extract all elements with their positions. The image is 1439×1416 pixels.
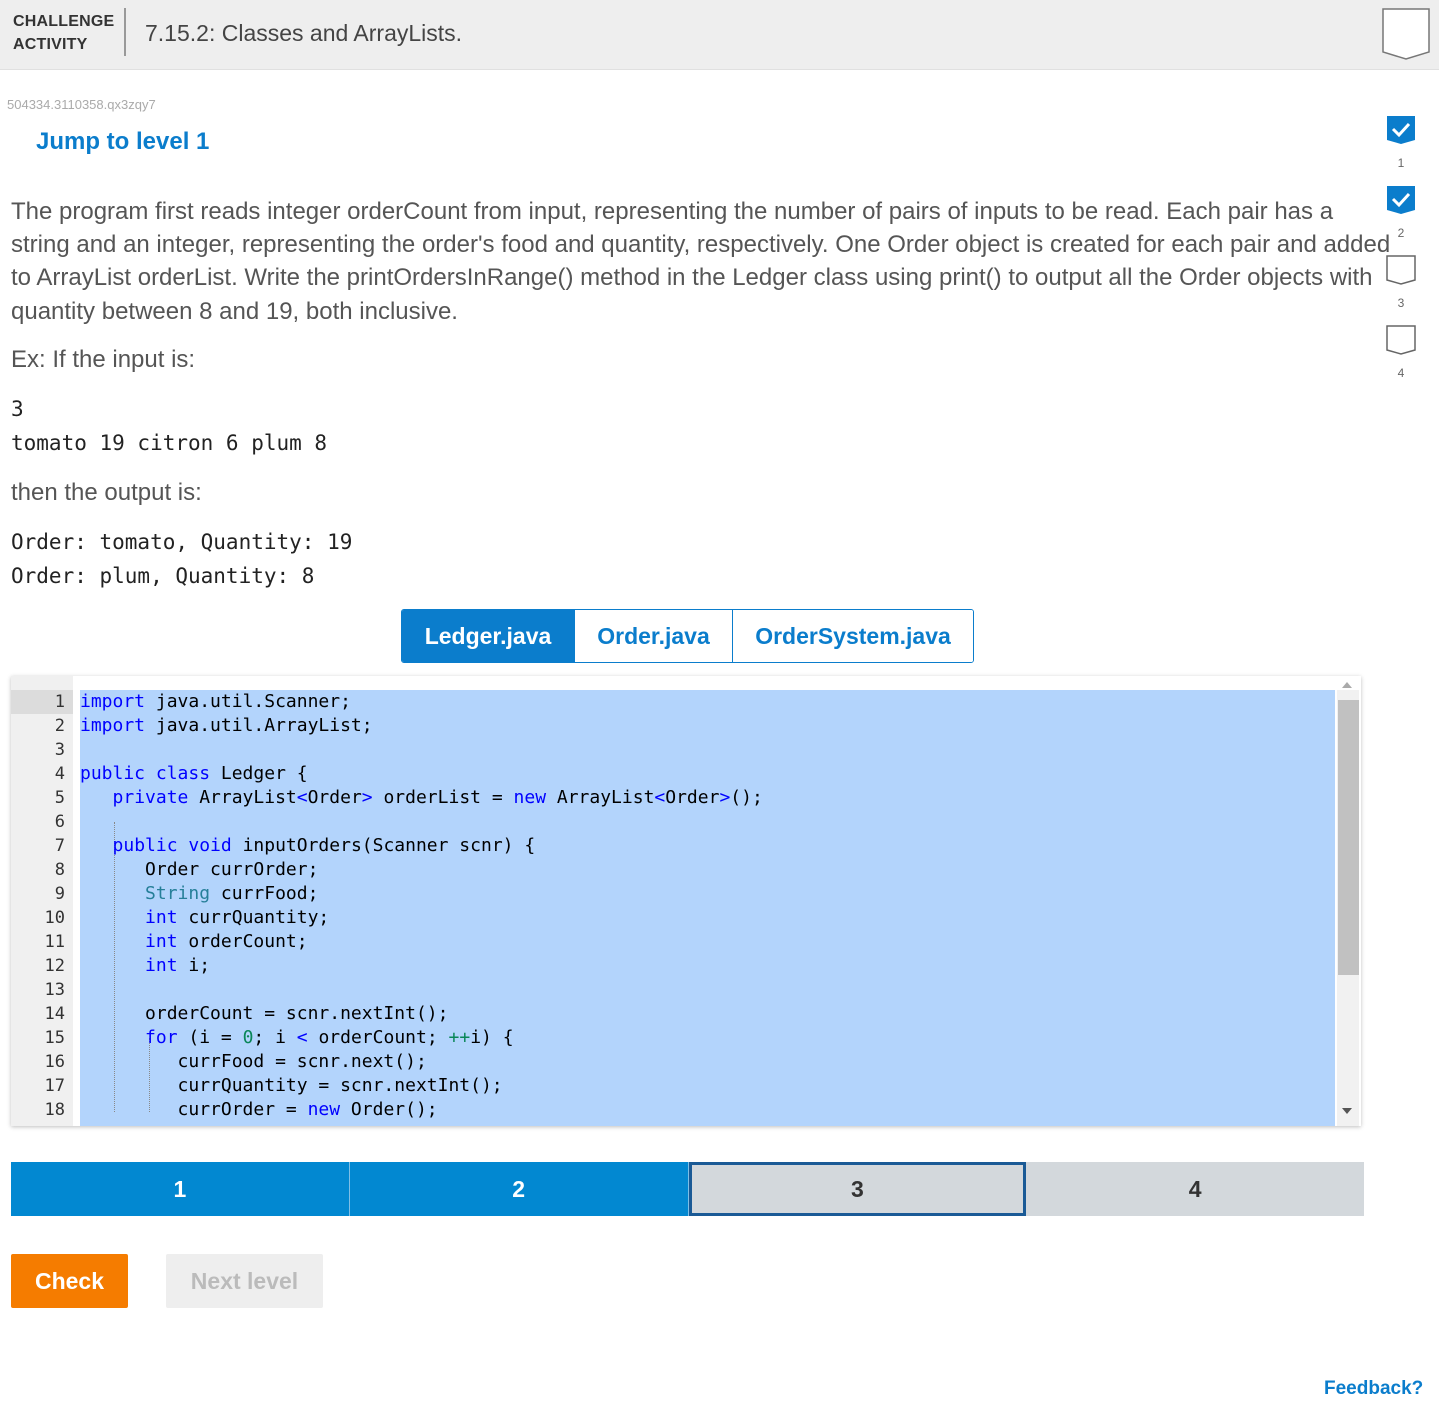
code-line: currOrder = new Order(); <box>80 1099 438 1120</box>
example-input-line-1: 3 <box>11 397 24 421</box>
code-line: currFood = scnr.next(); <box>80 1051 427 1072</box>
level-button-3[interactable]: 3 <box>688 1162 1027 1216</box>
next-level-button[interactable]: Next level <box>166 1254 323 1308</box>
line-number: 4 <box>54 764 65 784</box>
level-check-number: 4 <box>1397 366 1405 380</box>
jump-to-level-link[interactable]: Jump to level 1 <box>36 128 209 156</box>
level-button-2[interactable]: 2 <box>349 1162 689 1216</box>
level-button-4[interactable]: 4 <box>1026 1162 1364 1216</box>
line-number: 2 <box>54 716 65 736</box>
line-number: 17 <box>44 1076 65 1096</box>
level-3-unchecked-icon <box>1386 255 1416 285</box>
code-line: import java.util.Scanner; <box>80 691 351 712</box>
level-check-number: 1 <box>1397 156 1405 170</box>
check-button[interactable]: Check <box>11 1254 128 1308</box>
level-4-unchecked-icon <box>1386 325 1416 355</box>
line-number: 12 <box>44 956 65 976</box>
example-intro: Ex: If the input is: <box>11 346 196 373</box>
code-line: private ArrayList<Order> orderList = new… <box>112 787 763 808</box>
code-line: String currFood; <box>145 883 319 904</box>
line-number: 16 <box>44 1052 65 1072</box>
code-line: orderCount = scnr.nextInt(); <box>80 1003 449 1024</box>
file-tabs: Ledger.java Order.java OrderSystem.java <box>401 609 974 663</box>
code-line: for (i = 0; i < orderCount; ++i) { <box>145 1027 514 1048</box>
code-line: Order currOrder; <box>80 859 319 880</box>
code-line: currQuantity = scnr.nextInt(); <box>80 1075 503 1096</box>
line-number: 10 <box>44 908 65 928</box>
level-1-checked-icon <box>1387 116 1415 144</box>
example-input-line-2: tomato 19 citron 6 plum 8 <box>11 431 328 455</box>
description-line-2: string and an integer, representing the … <box>11 231 1391 258</box>
code-line: int i; <box>145 955 211 976</box>
code-line: public class Ledger { <box>80 763 308 784</box>
line-number: 3 <box>54 740 65 760</box>
activity-id: 504334.3110358.qx3zqy7 <box>7 97 156 112</box>
line-number: 8 <box>54 860 65 880</box>
line-number: 7 <box>54 836 65 856</box>
editor-scrollbar-thumb[interactable] <box>1338 700 1359 975</box>
line-number: 18 <box>44 1100 65 1120</box>
code-line: int currQuantity; <box>145 907 330 928</box>
completion-badge-icon <box>1382 8 1430 60</box>
activity-title: 7.15.2: Classes and ArrayLists. <box>145 20 463 46</box>
scroll-up-arrow-icon[interactable] <box>1342 682 1352 688</box>
level-button-1[interactable]: 1 <box>11 1162 350 1216</box>
activity-kind-line1: CHALLENGE <box>13 13 115 30</box>
line-number: 9 <box>54 884 65 904</box>
code-line: int orderCount; <box>145 931 308 952</box>
output-intro: then the output is: <box>11 479 202 506</box>
description-line-4: quantity between 8 and 19, both inclusiv… <box>11 298 458 325</box>
code-editor[interactable]: 1 2 3 4 5 6 7 8 9 10 11 12 13 14 15 16 1… <box>11 676 1361 1126</box>
activity-header: CHALLENGE ACTIVITY 7.15.2: Classes and A… <box>0 0 1439 70</box>
line-number: 15 <box>44 1028 65 1048</box>
tab-order-java[interactable]: Order.java <box>575 610 733 662</box>
tab-ledger-java[interactable]: Ledger.java <box>402 610 575 662</box>
example-output-line-2: Order: plum, Quantity: 8 <box>11 564 315 588</box>
line-number: 5 <box>54 788 65 808</box>
description-line-3: to ArrayList orderList. Write the printO… <box>11 264 1373 291</box>
line-number: 13 <box>44 980 65 1000</box>
activity-kind: CHALLENGE ACTIVITY <box>13 10 114 56</box>
line-number: 1 <box>54 692 65 712</box>
scroll-down-arrow-icon[interactable] <box>1342 1108 1352 1114</box>
line-number: 14 <box>44 1004 65 1024</box>
feedback-link[interactable]: Feedback? <box>1324 1378 1423 1400</box>
code-line: public void inputOrders(Scanner scnr) { <box>112 835 536 856</box>
line-number: 6 <box>54 812 65 832</box>
level-check-number: 3 <box>1397 296 1405 310</box>
example-output-line-1: Order: tomato, Quantity: 19 <box>11 530 353 554</box>
level-check-number: 2 <box>1397 226 1405 240</box>
description-line-1: The program first reads integer orderCou… <box>11 198 1334 225</box>
header-divider <box>124 8 126 56</box>
level-2-checked-icon <box>1387 186 1415 214</box>
code-line: import java.util.ArrayList; <box>80 715 373 736</box>
line-number: 11 <box>44 932 65 952</box>
tab-ordersystem-java[interactable]: OrderSystem.java <box>733 610 973 662</box>
activity-kind-line2: ACTIVITY <box>13 36 88 53</box>
level-selector: 1 2 3 4 <box>11 1162 1364 1216</box>
